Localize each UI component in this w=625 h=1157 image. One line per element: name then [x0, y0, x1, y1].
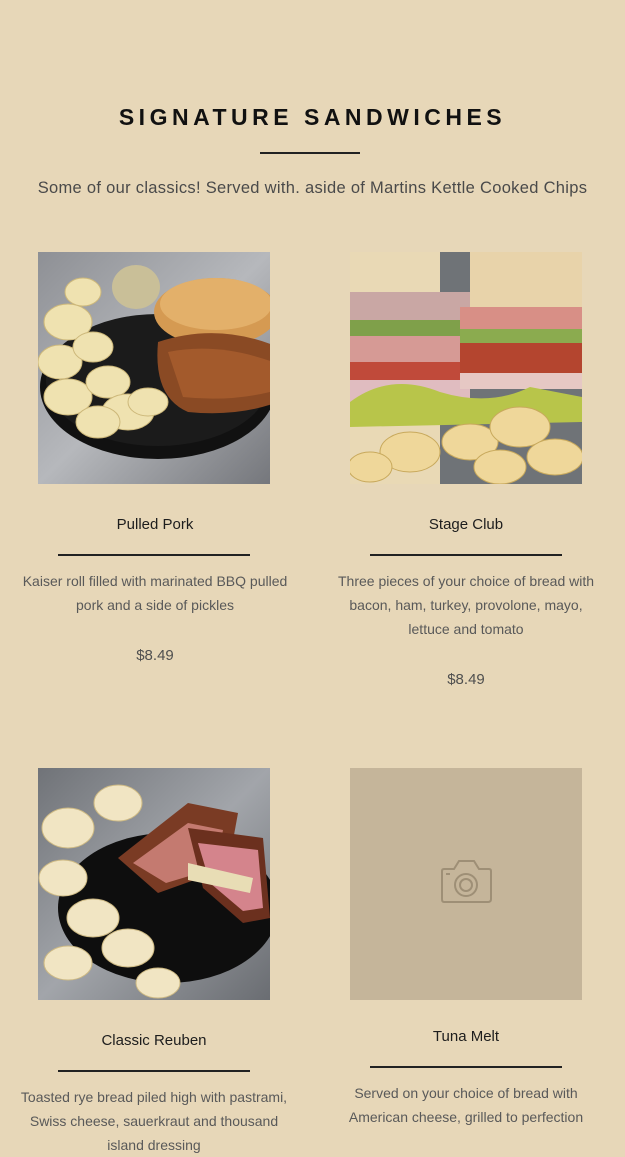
item-description: Kaiser roll filled with marinated BBQ pu… [22, 573, 288, 613]
item-name: Stage Club [428, 516, 504, 533]
item-name: Tuna Melt [432, 1028, 500, 1045]
item-description: Served on your choice of bread with Amer… [348, 1085, 584, 1125]
item-description: Three pieces of your choice of bread wit… [337, 573, 595, 637]
item-divider [370, 554, 562, 556]
image-placeholder[interactable] [350, 768, 582, 1000]
title-divider [260, 152, 360, 154]
camera-icon [441, 860, 492, 903]
item-divider [58, 554, 250, 556]
reuben-photo[interactable] [38, 768, 270, 1000]
item-name: Classic Reuben [101, 1032, 207, 1049]
stage-club-photo[interactable] [350, 252, 582, 484]
item-price: $8.49 [136, 647, 174, 664]
item-description: Toasted rye bread piled high with pastra… [20, 1089, 288, 1153]
section-subtitle: Some of our classics! Served with. aside… [37, 179, 588, 197]
pulled-pork-photo[interactable] [38, 252, 270, 484]
section-title: SIGNATURE SANDWICHES [118, 104, 507, 130]
item-price: $8.49 [447, 671, 485, 688]
item-divider [58, 1070, 250, 1072]
item-divider [370, 1066, 562, 1068]
item-name: Pulled Pork [116, 516, 194, 533]
